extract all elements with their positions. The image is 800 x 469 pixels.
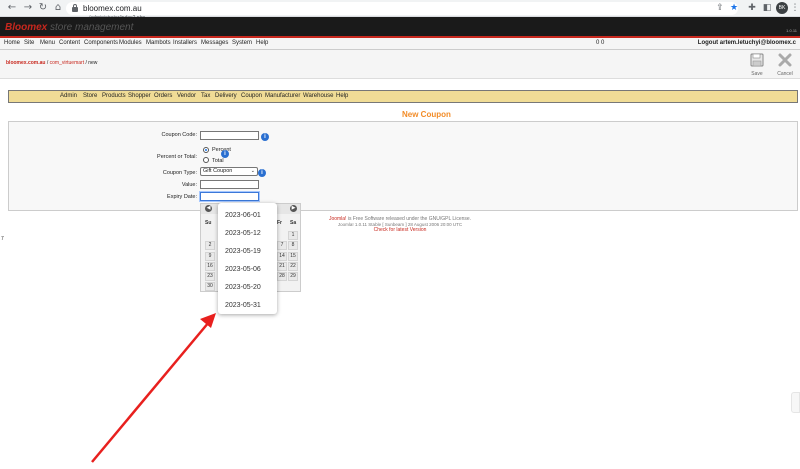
annotation-arrow-head: [200, 313, 216, 328]
side-tab[interactable]: [791, 392, 800, 413]
annotation-arrow-line: [91, 321, 210, 463]
annotation-arrow: [91, 313, 216, 463]
